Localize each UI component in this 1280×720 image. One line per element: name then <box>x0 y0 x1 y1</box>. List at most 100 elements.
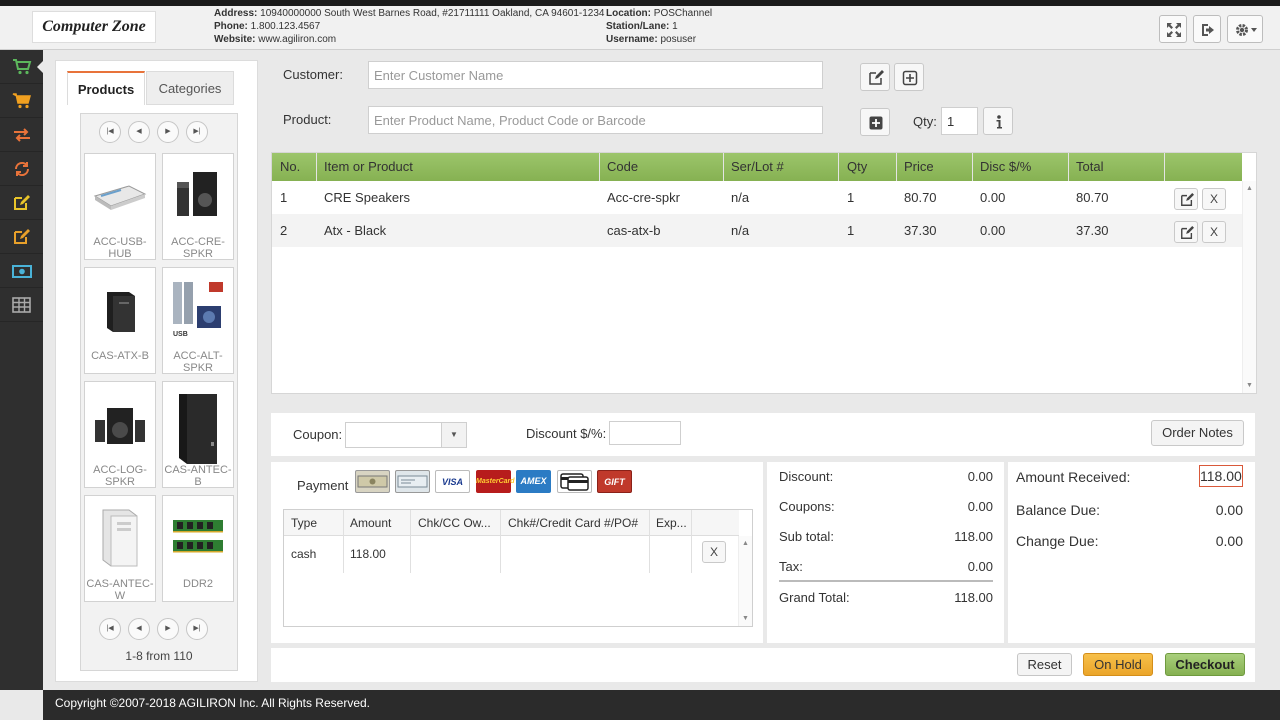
remove-line-button[interactable]: X <box>1202 221 1226 243</box>
credit-card-icon <box>560 473 589 491</box>
mastercard-card-button[interactable]: MasterCard <box>476 470 515 493</box>
plus-square-icon <box>869 116 883 130</box>
website-value: www.agiliron.com <box>258 34 337 45</box>
cell-no: 1 <box>280 190 288 205</box>
customer-input[interactable] <box>368 61 823 89</box>
product-tile[interactable]: CAS-ANTEC-W <box>84 495 156 602</box>
pager-bottom: |◀ ◀ ▶ ▶| <box>99 618 211 640</box>
ddr2-memory-image <box>173 520 223 553</box>
on-hold-button[interactable]: On Hold <box>1083 653 1153 676</box>
edit-line-button[interactable] <box>1174 221 1198 243</box>
cell-type: cash <box>291 547 317 561</box>
add-customer-button[interactable] <box>894 63 924 91</box>
last-page-button[interactable]: ▶| <box>186 618 208 640</box>
amex-card-button[interactable]: AMEX <box>516 470 551 493</box>
col-header: Type <box>291 516 318 530</box>
fullscreen-button[interactable] <box>1159 15 1187 43</box>
next-page-button[interactable]: ▶ <box>157 121 179 143</box>
product-tile[interactable]: ACC-USB-HUB <box>84 153 156 260</box>
payments-scrollbar[interactable]: ▲ ▼ <box>738 536 752 626</box>
cell-total: 80.70 <box>1076 190 1109 205</box>
nav-item-table[interactable] <box>0 289 43 322</box>
order-notes-button[interactable]: Order Notes <box>1151 420 1244 446</box>
balance-due: Balance Due: 0.00 <box>1016 502 1243 518</box>
nav-item-cash[interactable] <box>0 255 43 288</box>
table-scrollbar[interactable]: ▲ ▼ <box>1242 181 1256 393</box>
qty-input[interactable] <box>941 107 978 135</box>
total-value: 0.00 <box>967 469 993 484</box>
fullscreen-icon <box>1167 23 1181 37</box>
reset-button[interactable]: Reset <box>1017 653 1072 676</box>
discount-input[interactable] <box>609 421 681 445</box>
location-label: Location: <box>606 8 651 19</box>
logitech-speakers-image <box>95 408 145 444</box>
product-tile[interactable]: ACC-LOG-SPKR <box>84 381 156 488</box>
cash-card-button[interactable] <box>355 470 390 493</box>
logout-button[interactable] <box>1193 15 1221 43</box>
product-tile-label: ACC-LOG-SPKR <box>93 464 147 488</box>
product-grid: |◀ ◀ ▶ ▶| ACC-USB-HUB ACC-CRE-SPKR CAS-A… <box>80 113 238 671</box>
product-tile[interactable]: DDR2 <box>162 495 234 602</box>
settings-button[interactable] <box>1227 15 1263 43</box>
total-discount: Discount: 0.00 <box>779 469 993 484</box>
cash-icon <box>357 475 388 488</box>
website-label: Website: <box>214 34 256 45</box>
nav-item-exchange[interactable] <box>0 119 43 152</box>
tab-categories[interactable]: Categories <box>146 71 234 105</box>
table-row[interactable]: 1 CRE Speakers Acc-cre-spkr n/a 1 80.70 … <box>272 181 1242 214</box>
col-header: No. <box>280 159 301 174</box>
prev-page-button[interactable]: ◀ <box>128 121 150 143</box>
total-label: Discount: <box>779 469 834 484</box>
pager-top: |◀ ◀ ▶ ▶| <box>99 121 211 143</box>
product-info-button[interactable] <box>983 107 1013 135</box>
col-header: Chk#/Credit Card #/PO# <box>508 516 639 530</box>
address-value: 10940000000 South West Barnes Road, #217… <box>260 8 605 19</box>
plus-square-icon <box>902 70 918 86</box>
nav-item-orders[interactable] <box>0 85 43 118</box>
product-tile-label: ACC-ALT-SPKR <box>173 350 223 374</box>
product-tile-label: CAS-ANTEC-B <box>164 464 232 488</box>
checkout-button[interactable]: Checkout <box>1165 653 1245 676</box>
col-divider <box>410 510 411 573</box>
product-tile[interactable]: CAS-ANTEC-B <box>162 381 234 488</box>
edit-customer-button[interactable] <box>860 63 890 91</box>
first-page-button[interactable]: |◀ <box>99 121 121 143</box>
nav-item-edit[interactable] <box>0 187 43 220</box>
check-card-button[interactable] <box>395 470 430 493</box>
next-page-button[interactable]: ▶ <box>157 618 179 640</box>
gift-card-button[interactable]: GIFT <box>597 470 632 493</box>
nav-item-edit-2[interactable] <box>0 221 43 254</box>
nav-item-pos[interactable] <box>0 51 43 84</box>
cart-icon <box>12 93 31 109</box>
cell-serial: n/a <box>731 190 750 205</box>
first-page-button[interactable]: |◀ <box>99 618 121 640</box>
chevron-down-icon: ▼ <box>441 423 466 447</box>
cell-qty: 1 <box>847 190 855 205</box>
product-search-input[interactable] <box>368 106 823 134</box>
product-tile[interactable]: ACC-CRE-SPKR <box>162 153 234 260</box>
amount-received-input[interactable]: 118.00 <box>1199 465 1243 487</box>
remove-line-button[interactable]: X <box>1202 188 1226 210</box>
last-page-button[interactable]: ▶| <box>186 121 208 143</box>
product-tile[interactable]: CAS-ATX-B <box>84 267 156 374</box>
total-value: 118.00 <box>954 590 993 605</box>
cell-price: 37.30 <box>904 223 937 238</box>
col-divider <box>343 510 344 573</box>
edit-line-button[interactable] <box>1174 188 1198 210</box>
col-header: Price <box>904 159 934 174</box>
table-row[interactable]: 2 Atx - Black cas-atx-b n/a 1 37.30 0.00… <box>272 214 1242 247</box>
col-header: Disc $/% <box>980 159 1032 174</box>
nav-item-returns[interactable] <box>0 153 43 186</box>
cash-icon <box>12 265 32 278</box>
credit-card-button[interactable] <box>557 470 592 493</box>
payment-panel: Payment VISA MasterCard AMEX GIFT Type A… <box>271 462 763 643</box>
add-product-button[interactable] <box>860 108 890 136</box>
coupon-select[interactable]: ▼ <box>345 422 467 448</box>
customer-label: Customer: <box>283 67 343 82</box>
product-label: Product: <box>283 112 332 127</box>
remove-payment-button[interactable]: X <box>702 541 726 563</box>
visa-card-button[interactable]: VISA <box>435 470 470 493</box>
prev-page-button[interactable]: ◀ <box>128 618 150 640</box>
product-tile[interactable]: USB ACC-ALT-SPKR <box>162 267 234 374</box>
tab-products[interactable]: Products <box>67 71 145 105</box>
